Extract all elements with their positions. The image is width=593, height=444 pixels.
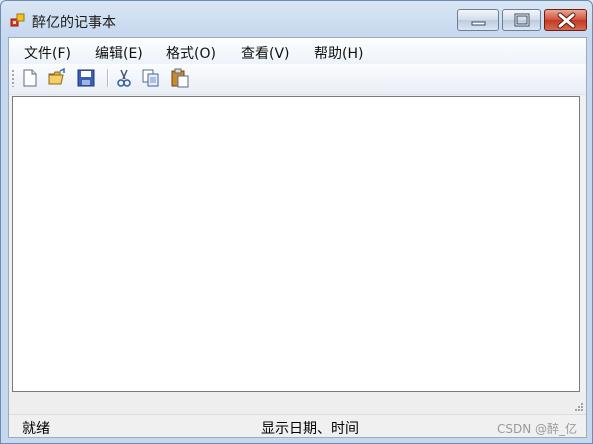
notepad-window: 醉亿的记事本 文件(F) 编辑(E) 格式(O) 查看(V) 帮助(H) 就绪 … [0,0,593,444]
maximize-button[interactable] [502,9,541,31]
new-file-icon[interactable] [20,68,40,88]
paste-icon[interactable] [170,68,190,88]
toolbar [9,64,586,95]
copy-icon[interactable] [141,68,161,88]
watermark: CSDN @醉_亿 [497,422,578,436]
minimize-button[interactable] [457,9,499,31]
title-bar[interactable]: 醉亿的记事本 [1,1,592,37]
resize-grip-icon[interactable] [574,402,584,412]
close-button[interactable] [544,9,587,31]
panel-strip [9,392,586,414]
client-area: 文件(F) 编辑(E) 格式(O) 查看(V) 帮助(H) 就绪 显示日期、时间… [8,37,587,438]
menu-view[interactable]: 查看(V) [241,43,290,63]
status-bar: 就绪 显示日期、时间 CSDN @醉_亿 [9,414,586,437]
maximize-icon [514,13,530,27]
app-icon [10,13,25,27]
close-icon [557,12,576,29]
cut-scissors-icon[interactable] [114,68,134,88]
menu-file[interactable]: 文件(F) [24,43,71,63]
status-datetime-label: 显示日期、时间 [261,421,359,437]
menu-edit[interactable]: 编辑(E) [95,43,143,63]
text-editor[interactable] [13,97,579,391]
text-editor-frame [12,96,580,392]
status-ready-label: 就绪 [22,421,50,437]
menu-help[interactable]: 帮助(H) [314,43,363,63]
save-disk-icon[interactable] [76,68,96,88]
menu-bar: 文件(F) 编辑(E) 格式(O) 查看(V) 帮助(H) [9,38,586,64]
window-title: 醉亿的记事本 [32,15,116,31]
minimize-icon [471,21,486,26]
open-folder-icon[interactable] [47,68,67,88]
toolbar-separator [107,69,108,87]
menu-format[interactable]: 格式(O) [166,43,216,63]
toolbar-grip[interactable] [12,70,14,87]
